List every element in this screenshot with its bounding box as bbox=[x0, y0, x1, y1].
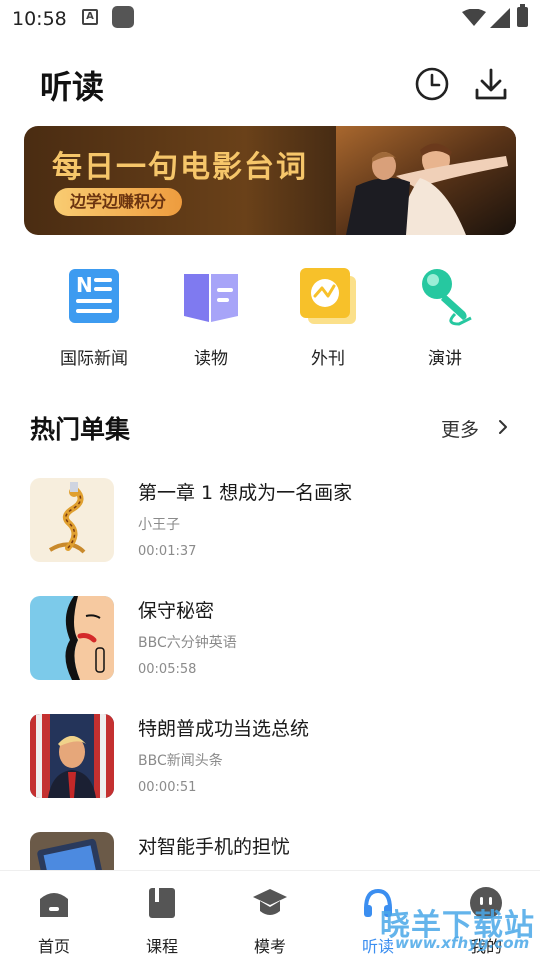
list-item[interactable]: 第一章 1 想成为一名画家 小王子 00:01:37 bbox=[0, 478, 540, 578]
category-label: 国际新闻 bbox=[60, 349, 128, 369]
magazine-icon bbox=[300, 268, 356, 324]
category-foreign-magazines[interactable]: 外刊 bbox=[273, 266, 383, 369]
nav-label: 课程 bbox=[145, 937, 178, 956]
banner-title: 每日一句电影台词 bbox=[52, 150, 308, 185]
page-title: 听读 bbox=[40, 68, 105, 106]
signal-icon bbox=[490, 8, 510, 28]
accessibility-notification-icon: A bbox=[82, 9, 98, 25]
episode-title: 特朗普成功当选总统 bbox=[138, 718, 310, 740]
history-icon[interactable] bbox=[414, 66, 450, 102]
episode-title: 第一章 1 想成为一名画家 bbox=[138, 482, 353, 504]
banner-badge: 边学边赚积分 bbox=[54, 188, 183, 216]
episode-thumbnail bbox=[30, 478, 114, 562]
movie-still-image bbox=[336, 126, 516, 235]
episode-duration: 00:01:37 bbox=[138, 544, 197, 559]
section-title: 热门单集 bbox=[30, 415, 131, 444]
course-icon bbox=[149, 888, 175, 918]
status-bar: 10:58 A bbox=[0, 0, 540, 38]
wifi-icon bbox=[462, 9, 486, 26]
episode-duration: 00:00:51 bbox=[138, 780, 197, 795]
microphone-icon bbox=[422, 269, 472, 326]
category-label: 读物 bbox=[194, 349, 228, 369]
category-speeches[interactable]: 演讲 bbox=[390, 266, 500, 369]
movie-quote-banner[interactable]: 每日一句电影台词 边学边赚积分 bbox=[24, 126, 516, 235]
nav-label: 首页 bbox=[37, 937, 70, 956]
nav-label: 模考 bbox=[253, 937, 286, 956]
more-link[interactable]: 更多 bbox=[441, 415, 479, 442]
watermark-url: www.xfhyg.com bbox=[395, 934, 530, 952]
episode-title: 对智能手机的担忧 bbox=[138, 836, 291, 858]
download-icon[interactable] bbox=[473, 66, 509, 102]
category-international-news[interactable]: N 国际新闻 bbox=[39, 266, 149, 369]
home-icon bbox=[40, 893, 68, 917]
list-item[interactable]: 保守秘密 BBC六分钟英语 00:05:58 bbox=[0, 596, 540, 696]
nav-course[interactable]: 课程 bbox=[127, 885, 197, 957]
episode-source: 小王子 bbox=[138, 517, 180, 533]
app-notification-icon bbox=[112, 6, 134, 28]
list-item[interactable]: 特朗普成功当选总统 BBC新闻头条 00:00:51 bbox=[0, 714, 540, 814]
category-readings[interactable]: 读物 bbox=[156, 266, 266, 369]
category-label: 演讲 bbox=[428, 349, 462, 369]
svg-text:N: N bbox=[76, 273, 93, 297]
episode-source: BBC六分钟英语 bbox=[138, 635, 237, 651]
episode-source: BBC新闻头条 bbox=[138, 753, 223, 769]
episode-duration: 00:05:58 bbox=[138, 662, 197, 677]
status-time: 10:58 bbox=[12, 8, 67, 30]
exam-icon bbox=[253, 889, 287, 915]
category-label: 外刊 bbox=[311, 349, 345, 369]
episode-thumbnail bbox=[30, 714, 114, 798]
episode-thumbnail bbox=[30, 596, 114, 680]
nav-exam[interactable]: 模考 bbox=[235, 885, 305, 957]
episode-title: 保守秘密 bbox=[138, 600, 215, 622]
battery-icon bbox=[517, 4, 528, 27]
nav-home[interactable]: 首页 bbox=[19, 885, 89, 957]
chevron-right-icon[interactable] bbox=[497, 418, 509, 436]
book-icon bbox=[184, 274, 238, 322]
news-icon: N bbox=[69, 269, 119, 323]
